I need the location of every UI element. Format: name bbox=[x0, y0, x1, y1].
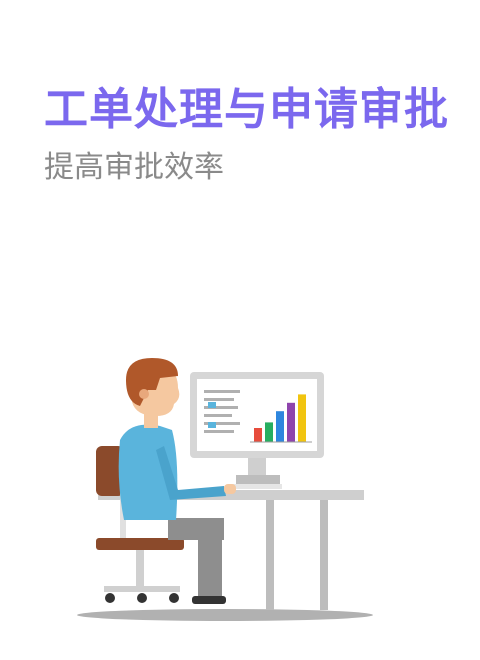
person-neck bbox=[144, 414, 158, 428]
office-worker-at-computer-icon bbox=[77, 358, 373, 621]
person-shin bbox=[198, 528, 222, 600]
chair-wheel bbox=[137, 593, 147, 603]
screen-bar bbox=[265, 422, 273, 442]
page-subtitle: 提高审批效率 bbox=[44, 150, 224, 185]
person-hand bbox=[224, 484, 236, 494]
screen-bar bbox=[254, 428, 262, 442]
screen-bar bbox=[276, 411, 284, 442]
person-ear bbox=[139, 389, 149, 399]
screen-bar bbox=[298, 394, 306, 442]
chair-stem bbox=[136, 550, 144, 586]
page-title: 工单处理与申请审批 bbox=[44, 84, 449, 135]
person-shoe bbox=[192, 596, 226, 604]
floor-shadow bbox=[77, 609, 373, 621]
screen-thumb-2 bbox=[208, 422, 216, 428]
chair-base bbox=[104, 586, 180, 592]
desk-leg-left bbox=[266, 500, 274, 610]
chair-wheel bbox=[169, 593, 179, 603]
chair-wheel bbox=[105, 593, 115, 603]
screen-bar bbox=[287, 402, 295, 442]
desk-leg-right bbox=[320, 500, 328, 610]
monitor-stand bbox=[248, 458, 266, 476]
keyboard bbox=[232, 484, 282, 489]
screen-thumb-1 bbox=[208, 402, 216, 408]
